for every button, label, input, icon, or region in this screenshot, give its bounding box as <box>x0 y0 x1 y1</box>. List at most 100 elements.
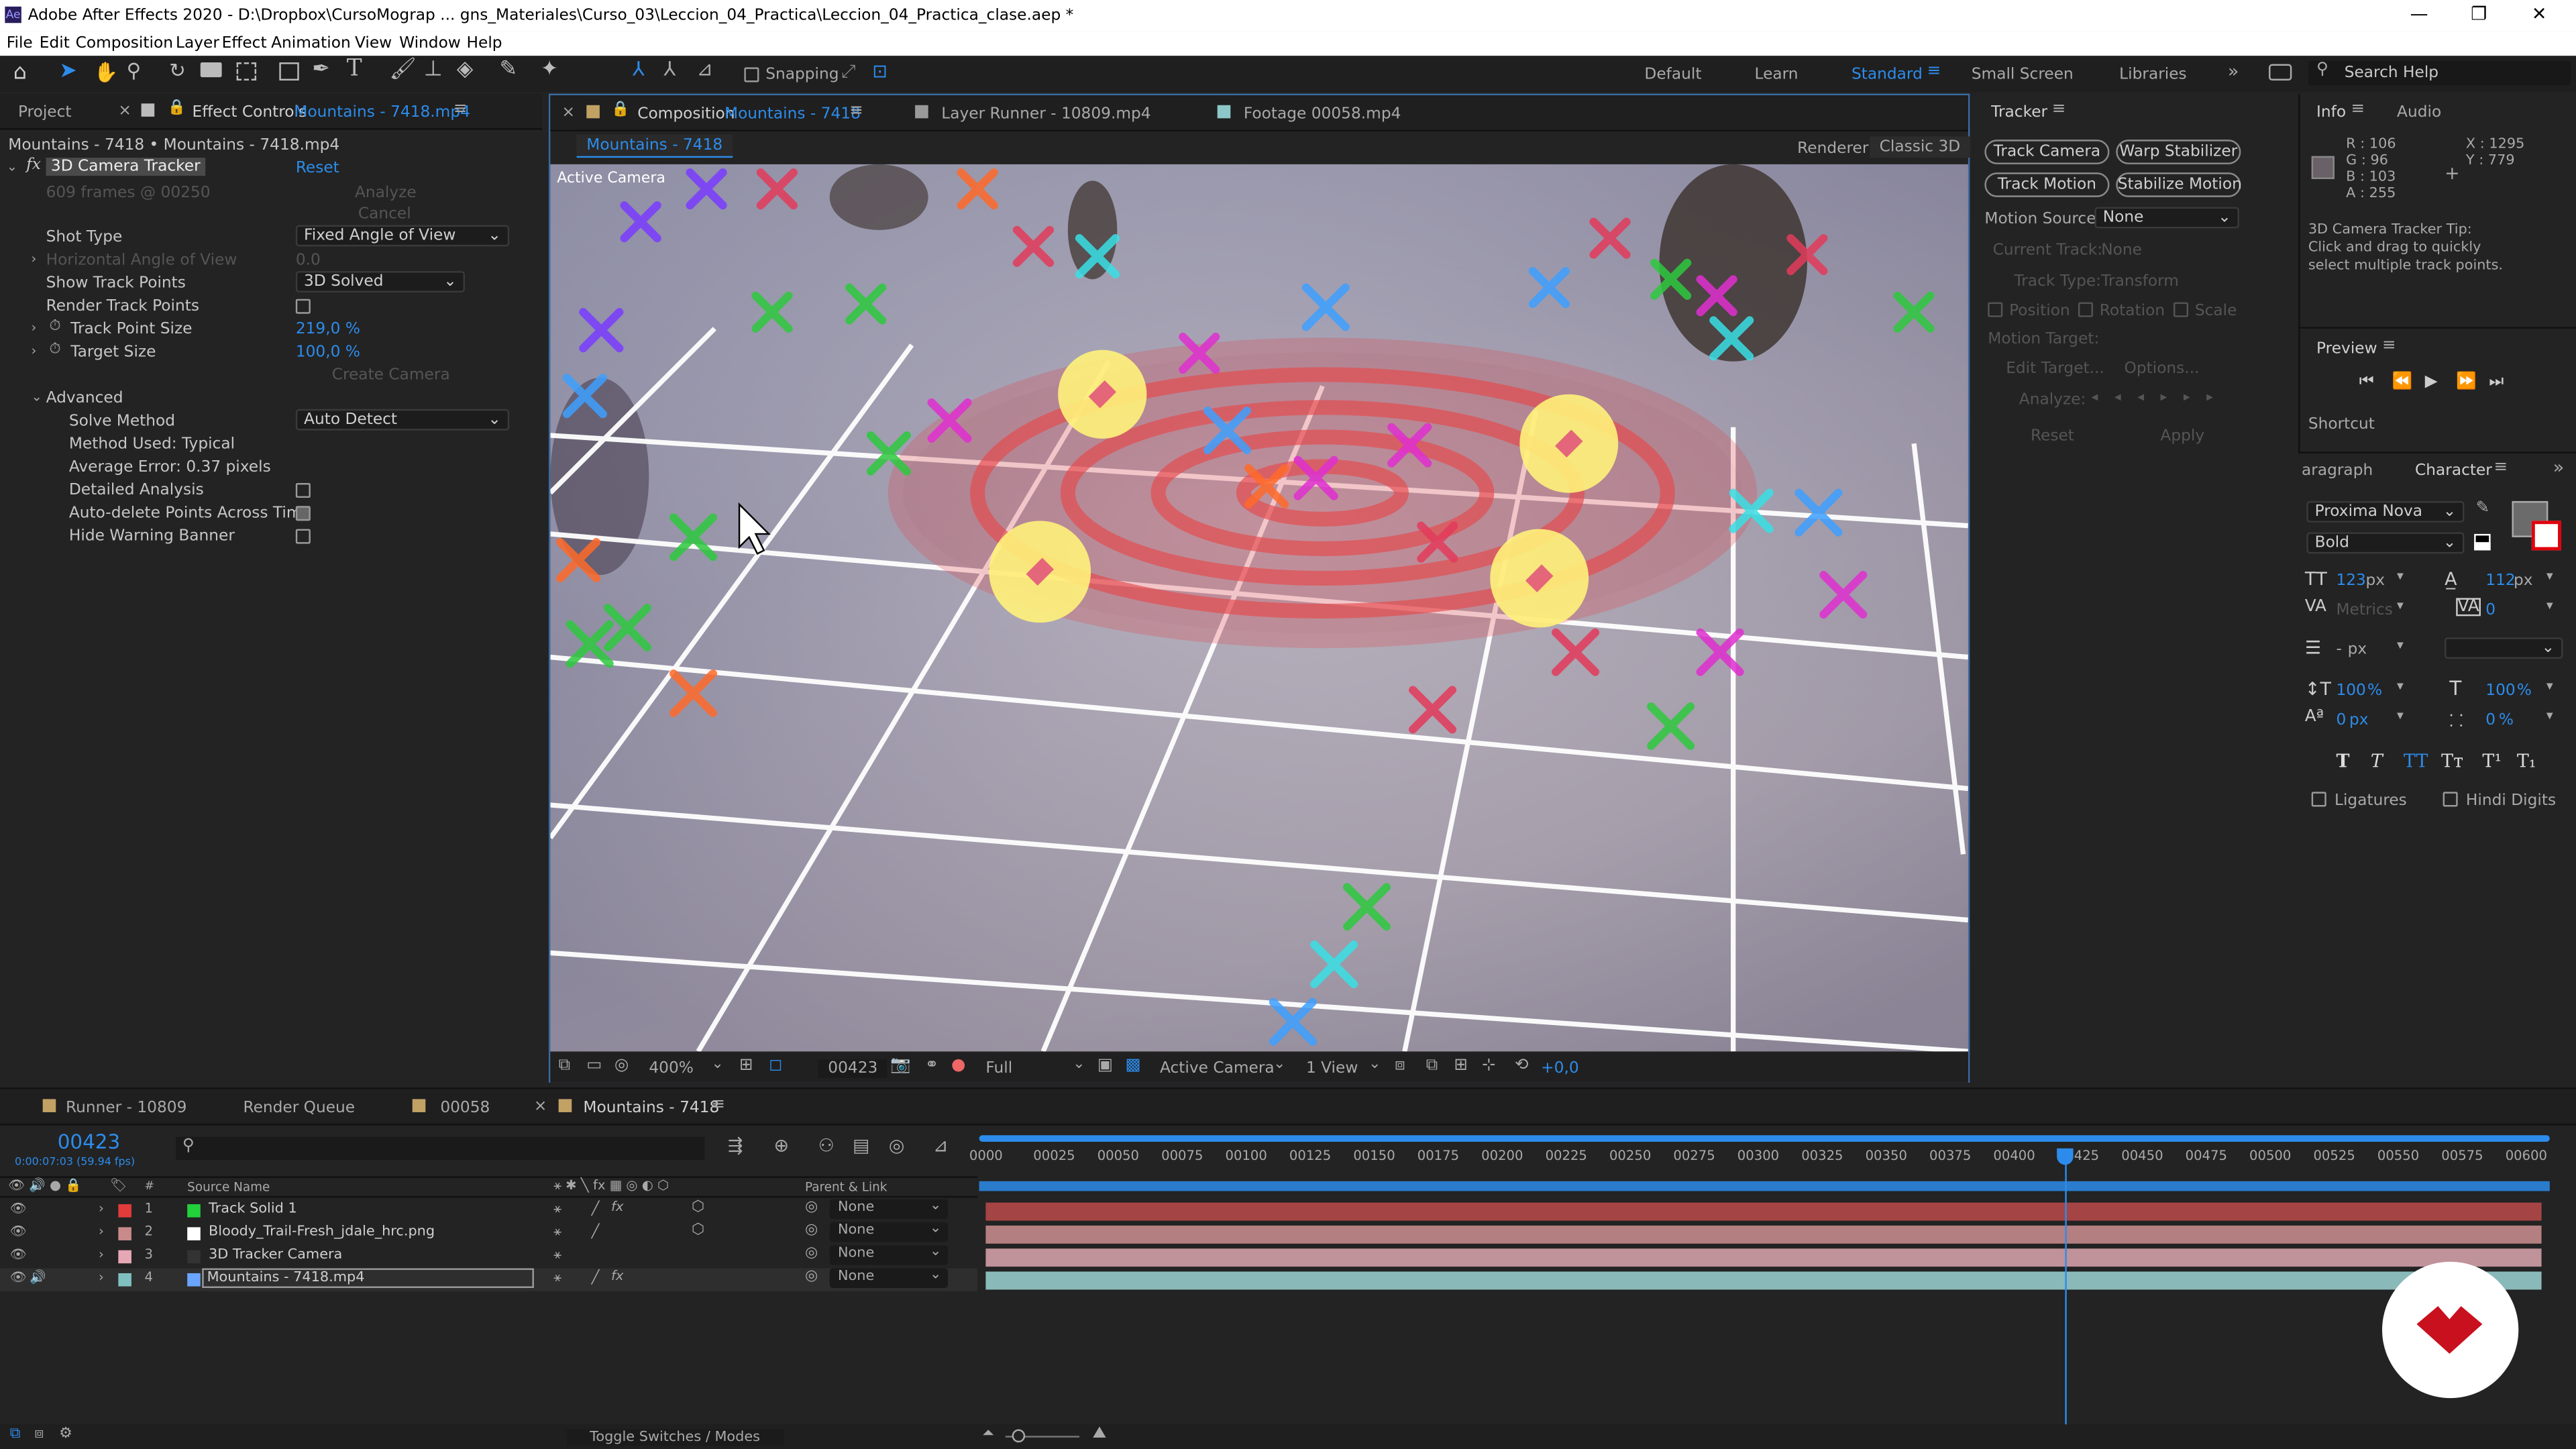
track-camera-button[interactable]: Track Camera <box>1984 140 2110 164</box>
modes-icon[interactable]: ⧈ <box>34 1426 44 1442</box>
menu-composition[interactable]: Composition <box>76 34 173 52</box>
fast-preview-icon[interactable]: ⧉ <box>1426 1057 1438 1075</box>
reset-link[interactable]: Reset <box>296 160 339 178</box>
stopwatch-icon[interactable]: ⏱ <box>49 319 60 335</box>
all-caps-button[interactable]: TT <box>2404 751 2428 772</box>
type-tool-icon[interactable]: T <box>347 56 362 82</box>
rectangle-tool-icon[interactable] <box>279 62 299 81</box>
shy-switch-icon[interactable]: ⚹ <box>553 1201 561 1217</box>
zoom-dropdown[interactable]: 400% <box>649 1060 694 1078</box>
menu-window[interactable]: Window <box>399 34 461 52</box>
tab-paragraph[interactable]: aragraph <box>2302 462 2373 480</box>
expand-layer-icon[interactable]: › <box>99 1224 104 1238</box>
last-frame-icon[interactable]: ⏭ <box>2489 373 2504 391</box>
analyze-button[interactable]: Analyze <box>355 184 417 202</box>
more-workspaces-icon[interactable]: » <box>2228 61 2239 83</box>
tab-mountains[interactable]: Mountains - 7418 <box>583 1099 719 1117</box>
ligatures-checkbox[interactable] <box>2311 792 2326 807</box>
close-tab-icon[interactable]: × <box>562 103 576 121</box>
flowchart-icon[interactable]: ⊹ <box>1482 1057 1496 1075</box>
tab-character[interactable]: Character <box>2415 462 2492 480</box>
monitor-icon[interactable]: ▭ <box>586 1057 602 1075</box>
layer-duration-bar[interactable] <box>985 1271 2542 1290</box>
resolution-dropdown[interactable]: Full <box>985 1060 1012 1078</box>
collapse-advanced-icon[interactable]: ⌄ <box>32 389 42 404</box>
expand-layer-icon[interactable]: › <box>99 1247 104 1262</box>
quality-switch-icon[interactable]: ╱ <box>592 1201 600 1216</box>
panel-menu-icon[interactable]: ≡ <box>453 100 468 118</box>
workspace-small-screen[interactable]: Small Screen <box>1972 66 2074 84</box>
workspace-default[interactable]: Default <box>1644 66 1701 84</box>
font-size-value[interactable]: 123 <box>2336 572 2365 590</box>
layer-duration-bar[interactable] <box>985 1248 2542 1267</box>
show-track-points-dropdown[interactable]: 3D Solved ⌄ <box>295 271 466 292</box>
more-panels-icon[interactable]: » <box>2553 457 2564 478</box>
selection-tool-icon[interactable]: ➤ <box>59 59 77 84</box>
position-checkbox[interactable] <box>1988 302 2003 317</box>
create-camera-button[interactable]: Create Camera <box>332 366 450 384</box>
eyedropper-icon[interactable]: ✎ <box>2476 499 2490 517</box>
cancel-button[interactable]: Cancel <box>358 205 411 223</box>
panel-menu-icon[interactable]: ≡ <box>849 102 863 120</box>
chevron-down-icon[interactable]: ⌄ <box>1273 1057 1285 1073</box>
zoom-tool-icon[interactable]: ⚲ <box>127 59 142 82</box>
camera-view-dropdown[interactable]: Active Camera <box>1160 1060 1275 1078</box>
roto-brush-tool-icon[interactable]: ✎ <box>499 58 517 83</box>
fx-icon[interactable]: fx <box>26 156 41 174</box>
hand-tool-icon[interactable]: ✋ <box>94 61 119 84</box>
close-tab-icon[interactable]: × <box>118 102 131 120</box>
pick-whip-icon[interactable]: ◎ <box>805 1199 818 1216</box>
timeline-timecode[interactable]: 00423 <box>58 1130 121 1153</box>
rotate-tool-icon[interactable]: ↻ <box>169 59 186 82</box>
pen-tool-icon[interactable]: ✒ <box>312 58 330 83</box>
detailed-analysis-checkbox[interactable] <box>295 483 311 498</box>
zoom-slider-handle[interactable] <box>1012 1429 1026 1443</box>
apply-button[interactable]: Apply <box>2160 427 2204 445</box>
menu-animation[interactable]: Animation <box>271 34 351 52</box>
baseline-shift-value[interactable]: 0 <box>2336 711 2346 729</box>
tab-runner[interactable]: Runner - 10809 <box>66 1099 186 1117</box>
reset-exposure-icon[interactable]: ⟲ <box>1515 1057 1529 1075</box>
font-style-dropdown[interactable]: Bold ⌄ <box>2306 532 2465 554</box>
expand-icon[interactable]: › <box>32 252 37 266</box>
search-help-field[interactable]: ⚲ Search Help <box>2308 60 2571 86</box>
stopwatch-icon[interactable]: ⏱ <box>49 341 60 358</box>
subscript-button[interactable]: T₁ <box>2517 751 2536 772</box>
expand-layer-icon[interactable]: › <box>99 1270 104 1285</box>
view-layout-dropdown[interactable]: 1 View <box>1306 1060 1358 1078</box>
tab-render-queue[interactable]: Render Queue <box>243 1099 355 1117</box>
tab-audio[interactable]: Audio <box>2397 103 2441 121</box>
timeline-icon[interactable]: ⊞ <box>1454 1057 1468 1075</box>
solve-method-dropdown[interactable]: Auto Detect ⌄ <box>295 409 510 431</box>
lock-icon[interactable]: 🔒 <box>611 102 629 118</box>
white-swatch[interactable] <box>2474 542 2491 551</box>
tab-info[interactable]: Info <box>2316 103 2346 121</box>
layer-row[interactable]: 👁 › 2 Bloody_Trail-Fresh_jdale_hrc.png ⚹ ╱ ⬡ ◎ N… <box>0 1221 977 1245</box>
shy-icon[interactable]: ⚇ <box>818 1135 835 1157</box>
expand-icon[interactable]: › <box>32 321 37 335</box>
fx-switch-icon[interactable]: fx <box>611 1269 624 1283</box>
menu-effect[interactable]: Effect <box>222 34 267 52</box>
layer-name[interactable]: Track Solid 1 <box>209 1201 297 1217</box>
track-type-value[interactable]: Transform <box>2101 273 2179 291</box>
shy-switch-icon[interactable]: ⚹ <box>553 1247 561 1263</box>
toggle-pixel-icon[interactable]: ⧈ <box>1395 1057 1405 1075</box>
transparency-grid-icon[interactable]: ▩ <box>1126 1057 1141 1075</box>
camera-tool-icon[interactable] <box>200 62 222 78</box>
pick-whip-icon[interactable]: ◎ <box>805 1269 818 1285</box>
stabilize-motion-button[interactable]: Stabilize Motion <box>2116 172 2242 197</box>
maximize-button[interactable]: ❐ <box>2471 3 2487 25</box>
layer-duration-bar[interactable] <box>985 1202 2542 1221</box>
stroke-width-value[interactable]: - <box>2336 641 2341 659</box>
previous-frame-icon[interactable]: ⏪ <box>2392 373 2412 391</box>
local-axis-icon[interactable]: ⅄ <box>633 58 645 80</box>
hindi-digits-checkbox[interactable] <box>2443 792 2458 807</box>
effect-controls-target[interactable]: Mountains - 7418.mp4 <box>294 103 470 121</box>
render-track-points-checkbox[interactable] <box>295 299 311 314</box>
quality-switch-icon[interactable]: ╱ <box>592 1270 600 1285</box>
chevron-down-icon[interactable]: ▾ <box>2546 708 2553 723</box>
chevron-down-icon[interactable]: ⌄ <box>1368 1057 1381 1073</box>
label-color-swatch[interactable] <box>118 1250 131 1264</box>
panel-menu-icon[interactable]: ≡ <box>2052 100 2066 118</box>
channel-icon[interactable]: ● <box>951 1057 965 1075</box>
